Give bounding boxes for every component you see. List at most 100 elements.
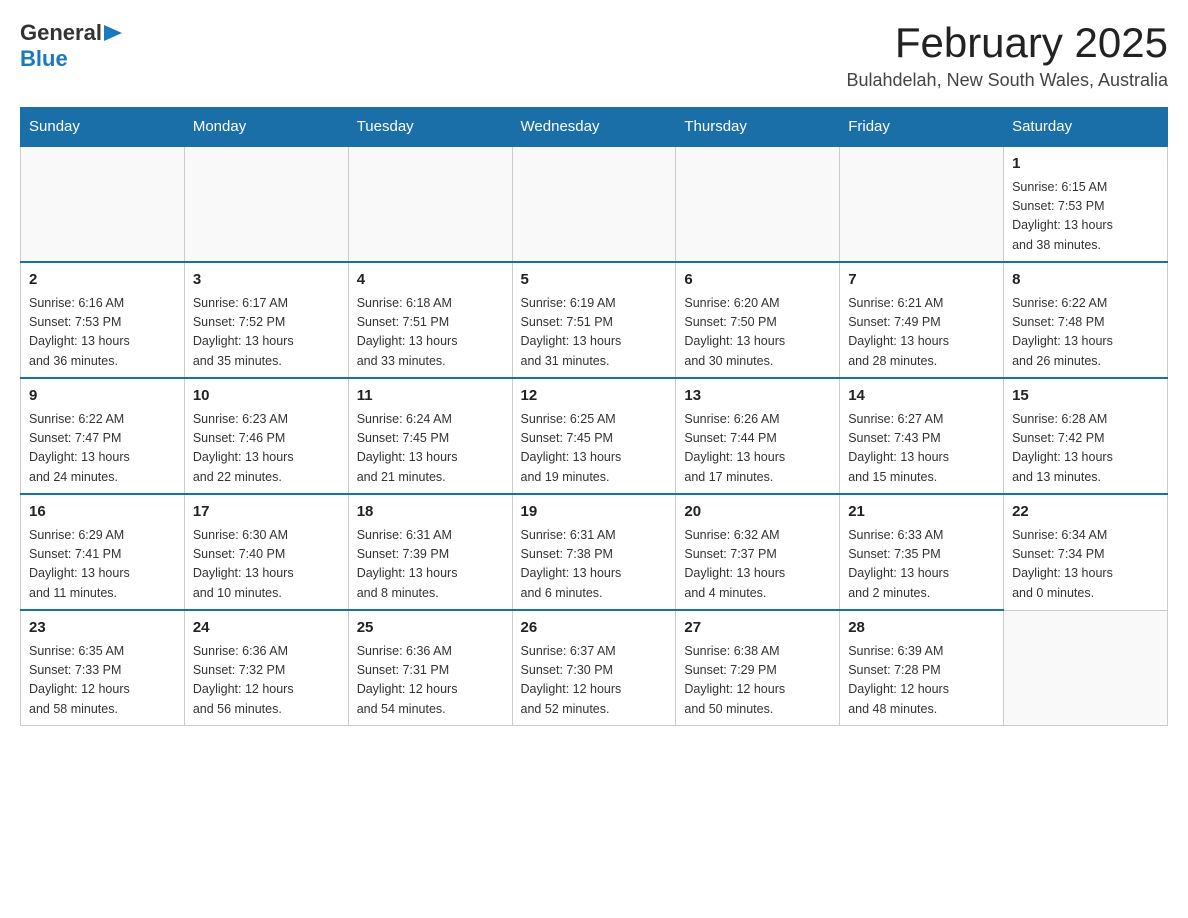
col-wednesday: Wednesday bbox=[512, 108, 676, 147]
day-info: Sunrise: 6:23 AMSunset: 7:46 PMDaylight:… bbox=[193, 410, 340, 488]
day-number: 16 bbox=[29, 501, 176, 524]
day-number: 28 bbox=[848, 617, 995, 640]
calendar-day-cell bbox=[184, 146, 348, 262]
day-info: Sunrise: 6:36 AMSunset: 7:32 PMDaylight:… bbox=[193, 642, 340, 720]
day-info: Sunrise: 6:25 AMSunset: 7:45 PMDaylight:… bbox=[521, 410, 668, 488]
day-info: Sunrise: 6:22 AMSunset: 7:48 PMDaylight:… bbox=[1012, 294, 1159, 372]
col-saturday: Saturday bbox=[1004, 108, 1168, 147]
day-info: Sunrise: 6:33 AMSunset: 7:35 PMDaylight:… bbox=[848, 526, 995, 604]
day-info: Sunrise: 6:26 AMSunset: 7:44 PMDaylight:… bbox=[684, 410, 831, 488]
day-number: 15 bbox=[1012, 385, 1159, 408]
calendar-week-row: 1Sunrise: 6:15 AMSunset: 7:53 PMDaylight… bbox=[21, 146, 1168, 262]
day-number: 9 bbox=[29, 385, 176, 408]
day-info: Sunrise: 6:37 AMSunset: 7:30 PMDaylight:… bbox=[521, 642, 668, 720]
calendar-day-cell: 16Sunrise: 6:29 AMSunset: 7:41 PMDayligh… bbox=[21, 494, 185, 610]
day-number: 4 bbox=[357, 269, 504, 292]
day-info: Sunrise: 6:17 AMSunset: 7:52 PMDaylight:… bbox=[193, 294, 340, 372]
day-info: Sunrise: 6:21 AMSunset: 7:49 PMDaylight:… bbox=[848, 294, 995, 372]
calendar-day-cell bbox=[1004, 610, 1168, 726]
day-number: 13 bbox=[684, 385, 831, 408]
title-block: February 2025 Bulahdelah, New South Wale… bbox=[846, 20, 1168, 91]
calendar-day-cell bbox=[676, 146, 840, 262]
location-title: Bulahdelah, New South Wales, Australia bbox=[846, 70, 1168, 91]
calendar-day-cell: 3Sunrise: 6:17 AMSunset: 7:52 PMDaylight… bbox=[184, 262, 348, 378]
day-number: 26 bbox=[521, 617, 668, 640]
calendar-day-cell: 15Sunrise: 6:28 AMSunset: 7:42 PMDayligh… bbox=[1004, 378, 1168, 494]
day-info: Sunrise: 6:36 AMSunset: 7:31 PMDaylight:… bbox=[357, 642, 504, 720]
day-info: Sunrise: 6:30 AMSunset: 7:40 PMDaylight:… bbox=[193, 526, 340, 604]
col-sunday: Sunday bbox=[21, 108, 185, 147]
calendar-day-cell: 12Sunrise: 6:25 AMSunset: 7:45 PMDayligh… bbox=[512, 378, 676, 494]
day-info: Sunrise: 6:22 AMSunset: 7:47 PMDaylight:… bbox=[29, 410, 176, 488]
day-number: 14 bbox=[848, 385, 995, 408]
calendar-week-row: 16Sunrise: 6:29 AMSunset: 7:41 PMDayligh… bbox=[21, 494, 1168, 610]
day-info: Sunrise: 6:35 AMSunset: 7:33 PMDaylight:… bbox=[29, 642, 176, 720]
logo-text-blue: Blue bbox=[20, 46, 68, 71]
day-info: Sunrise: 6:27 AMSunset: 7:43 PMDaylight:… bbox=[848, 410, 995, 488]
day-number: 11 bbox=[357, 385, 504, 408]
day-info: Sunrise: 6:38 AMSunset: 7:29 PMDaylight:… bbox=[684, 642, 831, 720]
calendar-day-cell: 22Sunrise: 6:34 AMSunset: 7:34 PMDayligh… bbox=[1004, 494, 1168, 610]
calendar-day-cell: 6Sunrise: 6:20 AMSunset: 7:50 PMDaylight… bbox=[676, 262, 840, 378]
calendar-day-cell: 20Sunrise: 6:32 AMSunset: 7:37 PMDayligh… bbox=[676, 494, 840, 610]
calendar-table: Sunday Monday Tuesday Wednesday Thursday… bbox=[20, 107, 1168, 726]
calendar-day-cell bbox=[840, 146, 1004, 262]
calendar-week-row: 23Sunrise: 6:35 AMSunset: 7:33 PMDayligh… bbox=[21, 610, 1168, 726]
calendar-day-cell: 28Sunrise: 6:39 AMSunset: 7:28 PMDayligh… bbox=[840, 610, 1004, 726]
day-number: 22 bbox=[1012, 501, 1159, 524]
day-info: Sunrise: 6:16 AMSunset: 7:53 PMDaylight:… bbox=[29, 294, 176, 372]
logo-text-general: General bbox=[20, 20, 102, 46]
calendar-day-cell bbox=[21, 146, 185, 262]
calendar-day-cell: 2Sunrise: 6:16 AMSunset: 7:53 PMDaylight… bbox=[21, 262, 185, 378]
day-info: Sunrise: 6:19 AMSunset: 7:51 PMDaylight:… bbox=[521, 294, 668, 372]
calendar-day-cell: 8Sunrise: 6:22 AMSunset: 7:48 PMDaylight… bbox=[1004, 262, 1168, 378]
day-number: 18 bbox=[357, 501, 504, 524]
calendar-day-cell: 21Sunrise: 6:33 AMSunset: 7:35 PMDayligh… bbox=[840, 494, 1004, 610]
day-number: 21 bbox=[848, 501, 995, 524]
calendar-day-cell: 27Sunrise: 6:38 AMSunset: 7:29 PMDayligh… bbox=[676, 610, 840, 726]
calendar-day-cell: 17Sunrise: 6:30 AMSunset: 7:40 PMDayligh… bbox=[184, 494, 348, 610]
calendar-day-cell bbox=[512, 146, 676, 262]
calendar-day-cell bbox=[348, 146, 512, 262]
day-number: 19 bbox=[521, 501, 668, 524]
day-info: Sunrise: 6:20 AMSunset: 7:50 PMDaylight:… bbox=[684, 294, 831, 372]
calendar-day-cell: 9Sunrise: 6:22 AMSunset: 7:47 PMDaylight… bbox=[21, 378, 185, 494]
calendar-day-cell: 5Sunrise: 6:19 AMSunset: 7:51 PMDaylight… bbox=[512, 262, 676, 378]
calendar-day-cell: 26Sunrise: 6:37 AMSunset: 7:30 PMDayligh… bbox=[512, 610, 676, 726]
logo: General Blue bbox=[20, 20, 122, 72]
calendar-week-row: 2Sunrise: 6:16 AMSunset: 7:53 PMDaylight… bbox=[21, 262, 1168, 378]
calendar-day-cell: 4Sunrise: 6:18 AMSunset: 7:51 PMDaylight… bbox=[348, 262, 512, 378]
calendar-day-cell: 14Sunrise: 6:27 AMSunset: 7:43 PMDayligh… bbox=[840, 378, 1004, 494]
calendar-day-cell: 23Sunrise: 6:35 AMSunset: 7:33 PMDayligh… bbox=[21, 610, 185, 726]
calendar-week-row: 9Sunrise: 6:22 AMSunset: 7:47 PMDaylight… bbox=[21, 378, 1168, 494]
day-number: 10 bbox=[193, 385, 340, 408]
calendar-day-cell: 18Sunrise: 6:31 AMSunset: 7:39 PMDayligh… bbox=[348, 494, 512, 610]
calendar-day-cell: 1Sunrise: 6:15 AMSunset: 7:53 PMDaylight… bbox=[1004, 146, 1168, 262]
day-info: Sunrise: 6:31 AMSunset: 7:38 PMDaylight:… bbox=[521, 526, 668, 604]
col-tuesday: Tuesday bbox=[348, 108, 512, 147]
calendar-header-row: Sunday Monday Tuesday Wednesday Thursday… bbox=[21, 108, 1168, 147]
day-info: Sunrise: 6:28 AMSunset: 7:42 PMDaylight:… bbox=[1012, 410, 1159, 488]
day-info: Sunrise: 6:18 AMSunset: 7:51 PMDaylight:… bbox=[357, 294, 504, 372]
day-info: Sunrise: 6:34 AMSunset: 7:34 PMDaylight:… bbox=[1012, 526, 1159, 604]
day-info: Sunrise: 6:15 AMSunset: 7:53 PMDaylight:… bbox=[1012, 178, 1159, 256]
calendar-day-cell: 13Sunrise: 6:26 AMSunset: 7:44 PMDayligh… bbox=[676, 378, 840, 494]
calendar-day-cell: 7Sunrise: 6:21 AMSunset: 7:49 PMDaylight… bbox=[840, 262, 1004, 378]
calendar-day-cell: 19Sunrise: 6:31 AMSunset: 7:38 PMDayligh… bbox=[512, 494, 676, 610]
day-number: 12 bbox=[521, 385, 668, 408]
col-thursday: Thursday bbox=[676, 108, 840, 147]
day-number: 5 bbox=[521, 269, 668, 292]
day-info: Sunrise: 6:31 AMSunset: 7:39 PMDaylight:… bbox=[357, 526, 504, 604]
day-number: 1 bbox=[1012, 153, 1159, 176]
day-number: 8 bbox=[1012, 269, 1159, 292]
calendar-day-cell: 10Sunrise: 6:23 AMSunset: 7:46 PMDayligh… bbox=[184, 378, 348, 494]
col-friday: Friday bbox=[840, 108, 1004, 147]
day-number: 2 bbox=[29, 269, 176, 292]
day-number: 27 bbox=[684, 617, 831, 640]
day-number: 24 bbox=[193, 617, 340, 640]
day-number: 6 bbox=[684, 269, 831, 292]
logo-triangle-icon bbox=[104, 25, 122, 43]
day-number: 7 bbox=[848, 269, 995, 292]
day-info: Sunrise: 6:24 AMSunset: 7:45 PMDaylight:… bbox=[357, 410, 504, 488]
day-number: 25 bbox=[357, 617, 504, 640]
